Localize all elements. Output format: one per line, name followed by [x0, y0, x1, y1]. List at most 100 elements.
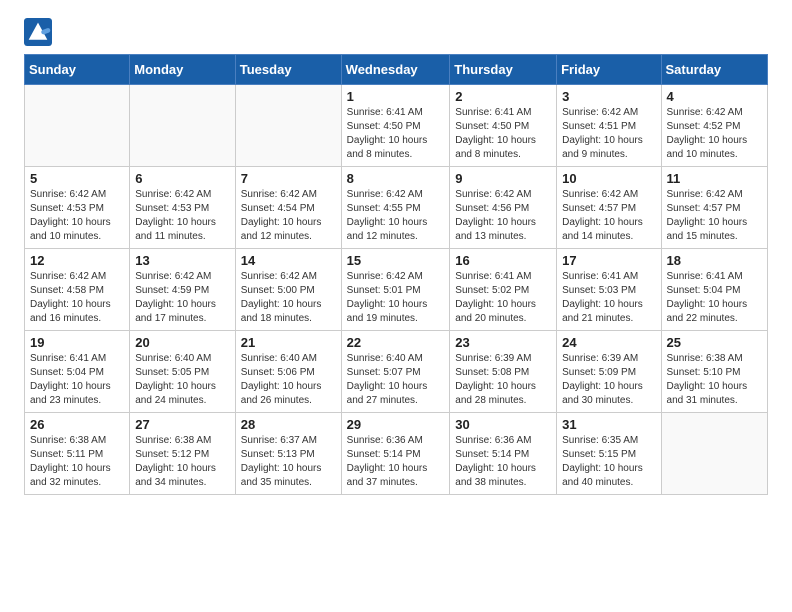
- weekday-sunday: Sunday: [25, 55, 130, 85]
- day-detail: Sunrise: 6:40 AM Sunset: 5:06 PM Dayligh…: [241, 352, 336, 408]
- day-number: 7: [241, 171, 336, 186]
- calendar-cell: 4 Sunrise: 6:42 AM Sunset: 4:52 PM Daylig…: [661, 85, 767, 167]
- day-number: 11: [667, 171, 762, 186]
- day-detail: Sunrise: 6:38 AM Sunset: 5:10 PM Dayligh…: [667, 352, 762, 408]
- day-detail: Sunrise: 6:42 AM Sunset: 4:56 PM Dayligh…: [455, 188, 551, 244]
- day-number: 13: [135, 253, 230, 268]
- calendar-cell: 19 Sunrise: 6:41 AM Sunset: 5:04 PM Dayli…: [25, 331, 130, 413]
- day-number: 8: [347, 171, 445, 186]
- day-detail: Sunrise: 6:39 AM Sunset: 5:09 PM Dayligh…: [562, 352, 655, 408]
- day-detail: Sunrise: 6:42 AM Sunset: 4:53 PM Dayligh…: [135, 188, 230, 244]
- calendar-cell: 15 Sunrise: 6:42 AM Sunset: 5:01 PM Dayli…: [341, 249, 450, 331]
- day-number: 19: [30, 335, 124, 350]
- day-detail: Sunrise: 6:42 AM Sunset: 4:55 PM Dayligh…: [347, 188, 445, 244]
- day-detail: Sunrise: 6:36 AM Sunset: 5:14 PM Dayligh…: [347, 434, 445, 490]
- day-detail: Sunrise: 6:42 AM Sunset: 4:54 PM Dayligh…: [241, 188, 336, 244]
- calendar-cell: 23 Sunrise: 6:39 AM Sunset: 5:08 PM Dayli…: [450, 331, 557, 413]
- calendar-cell: [25, 85, 130, 167]
- weekday-wednesday: Wednesday: [341, 55, 450, 85]
- weekday-friday: Friday: [557, 55, 661, 85]
- calendar-cell: 26Sunrise: 6:38 AM Sunset: 5:11 PM Dayli…: [25, 413, 130, 495]
- calendar-cell: [130, 85, 236, 167]
- calendar-cell: 27 Sunrise: 6:38 AM Sunset: 5:12 PM Dayli…: [130, 413, 236, 495]
- day-number: 27: [135, 417, 230, 432]
- day-number: 20: [135, 335, 230, 350]
- calendar-cell: 5 Sunrise: 6:42 AM Sunset: 4:53 PM Daylig…: [25, 167, 130, 249]
- calendar-cell: 13 Sunrise: 6:42 AM Sunset: 4:59 PM Dayli…: [130, 249, 236, 331]
- weekday-tuesday: Tuesday: [235, 55, 341, 85]
- day-detail: Sunrise: 6:42 AM Sunset: 4:51 PM Dayligh…: [562, 106, 655, 162]
- week-row-3: 12 Sunrise: 6:42 AM Sunset: 4:58 PM Dayli…: [25, 249, 768, 331]
- day-number: 18: [667, 253, 762, 268]
- day-number: 24: [562, 335, 655, 350]
- calendar-cell: 9 Sunrise: 6:42 AM Sunset: 4:56 PM Daylig…: [450, 167, 557, 249]
- day-detail: Sunrise: 6:38 AM Sunset: 5:12 PM Dayligh…: [135, 434, 230, 490]
- calendar-cell: 8 Sunrise: 6:42 AM Sunset: 4:55 PM Daylig…: [341, 167, 450, 249]
- weekday-saturday: Saturday: [661, 55, 767, 85]
- day-number: 14: [241, 253, 336, 268]
- day-detail: Sunrise: 6:42 AM Sunset: 4:52 PM Dayligh…: [667, 106, 762, 162]
- day-detail: Sunrise: 6:41 AM Sunset: 5:02 PM Dayligh…: [455, 270, 551, 326]
- calendar-cell: 1 Sunrise: 6:41 AM Sunset: 4:50 PM Daylig…: [341, 85, 450, 167]
- logo: [24, 18, 56, 46]
- day-number: 29: [347, 417, 445, 432]
- calendar-cell: 24 Sunrise: 6:39 AM Sunset: 5:09 PM Dayli…: [557, 331, 661, 413]
- day-number: 17: [562, 253, 655, 268]
- calendar-cell: 25 Sunrise: 6:38 AM Sunset: 5:10 PM Dayli…: [661, 331, 767, 413]
- calendar-table: SundayMondayTuesdayWednesdayThursdayFrid…: [24, 54, 768, 495]
- day-number: 2: [455, 89, 551, 104]
- weekday-monday: Monday: [130, 55, 236, 85]
- day-detail: Sunrise: 6:42 AM Sunset: 4:59 PM Dayligh…: [135, 270, 230, 326]
- weekday-thursday: Thursday: [450, 55, 557, 85]
- day-number: 21: [241, 335, 336, 350]
- calendar-cell: 6 Sunrise: 6:42 AM Sunset: 4:53 PM Daylig…: [130, 167, 236, 249]
- calendar-cell: 17Sunrise: 6:41 AM Sunset: 5:03 PM Dayli…: [557, 249, 661, 331]
- day-detail: Sunrise: 6:41 AM Sunset: 4:50 PM Dayligh…: [347, 106, 445, 162]
- calendar-cell: 11 Sunrise: 6:42 AM Sunset: 4:57 PM Dayli…: [661, 167, 767, 249]
- calendar-wrapper: SundayMondayTuesdayWednesdayThursdayFrid…: [0, 54, 792, 507]
- day-number: 16: [455, 253, 551, 268]
- calendar-cell: 16 Sunrise: 6:41 AM Sunset: 5:02 PM Dayli…: [450, 249, 557, 331]
- day-detail: Sunrise: 6:42 AM Sunset: 5:00 PM Dayligh…: [241, 270, 336, 326]
- day-number: 6: [135, 171, 230, 186]
- calendar-cell: [235, 85, 341, 167]
- day-detail: Sunrise: 6:37 AM Sunset: 5:13 PM Dayligh…: [241, 434, 336, 490]
- calendar-cell: 20 Sunrise: 6:40 AM Sunset: 5:05 PM Dayli…: [130, 331, 236, 413]
- calendar-cell: 3Sunrise: 6:42 AM Sunset: 4:51 PM Daylig…: [557, 85, 661, 167]
- day-detail: Sunrise: 6:40 AM Sunset: 5:05 PM Dayligh…: [135, 352, 230, 408]
- day-number: 4: [667, 89, 762, 104]
- calendar-cell: 30 Sunrise: 6:36 AM Sunset: 5:14 PM Dayli…: [450, 413, 557, 495]
- calendar-cell: 22Sunrise: 6:40 AM Sunset: 5:07 PM Dayli…: [341, 331, 450, 413]
- calendar-cell: 14 Sunrise: 6:42 AM Sunset: 5:00 PM Dayli…: [235, 249, 341, 331]
- day-detail: Sunrise: 6:41 AM Sunset: 5:04 PM Dayligh…: [667, 270, 762, 326]
- calendar-cell: 12 Sunrise: 6:42 AM Sunset: 4:58 PM Dayli…: [25, 249, 130, 331]
- day-detail: Sunrise: 6:39 AM Sunset: 5:08 PM Dayligh…: [455, 352, 551, 408]
- day-number: 30: [455, 417, 551, 432]
- day-number: 9: [455, 171, 551, 186]
- calendar-body: 1 Sunrise: 6:41 AM Sunset: 4:50 PM Daylig…: [25, 85, 768, 495]
- week-row-2: 5 Sunrise: 6:42 AM Sunset: 4:53 PM Daylig…: [25, 167, 768, 249]
- day-detail: Sunrise: 6:41 AM Sunset: 4:50 PM Dayligh…: [455, 106, 551, 162]
- weekday-header-row: SundayMondayTuesdayWednesdayThursdayFrid…: [25, 55, 768, 85]
- day-number: 1: [347, 89, 445, 104]
- day-number: 31: [562, 417, 655, 432]
- calendar-cell: 21 Sunrise: 6:40 AM Sunset: 5:06 PM Dayli…: [235, 331, 341, 413]
- calendar-cell: 29 Sunrise: 6:36 AM Sunset: 5:14 PM Dayli…: [341, 413, 450, 495]
- day-number: 15: [347, 253, 445, 268]
- day-number: 28: [241, 417, 336, 432]
- day-detail: Sunrise: 6:42 AM Sunset: 4:53 PM Dayligh…: [30, 188, 124, 244]
- day-detail: Sunrise: 6:36 AM Sunset: 5:14 PM Dayligh…: [455, 434, 551, 490]
- day-number: 12: [30, 253, 124, 268]
- day-number: 25: [667, 335, 762, 350]
- calendar-cell: 31 Sunrise: 6:35 AM Sunset: 5:15 PM Dayli…: [557, 413, 661, 495]
- day-detail: Sunrise: 6:42 AM Sunset: 4:57 PM Dayligh…: [667, 188, 762, 244]
- day-number: 5: [30, 171, 124, 186]
- day-detail: Sunrise: 6:42 AM Sunset: 5:01 PM Dayligh…: [347, 270, 445, 326]
- day-number: 23: [455, 335, 551, 350]
- day-number: 10: [562, 171, 655, 186]
- page-header: [0, 0, 792, 54]
- day-detail: Sunrise: 6:42 AM Sunset: 4:58 PM Dayligh…: [30, 270, 124, 326]
- day-detail: Sunrise: 6:41 AM Sunset: 5:04 PM Dayligh…: [30, 352, 124, 408]
- day-detail: Sunrise: 6:35 AM Sunset: 5:15 PM Dayligh…: [562, 434, 655, 490]
- calendar-cell: [661, 413, 767, 495]
